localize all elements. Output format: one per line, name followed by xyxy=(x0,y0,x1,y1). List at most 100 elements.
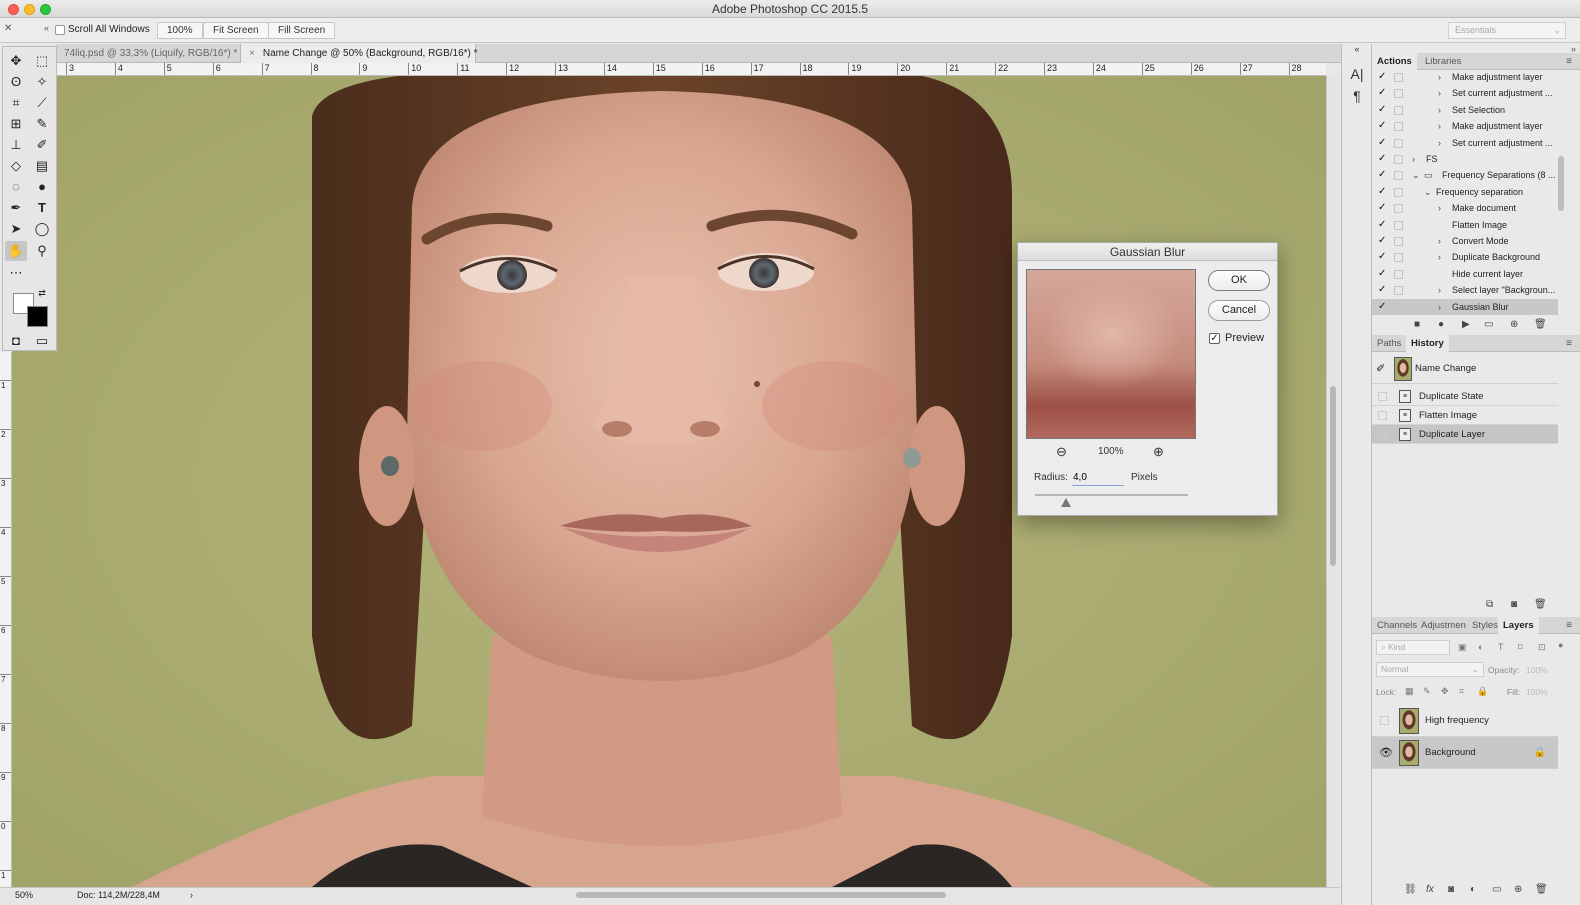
action-row[interactable]: ✓ ⌄ ▭ Frequency Separations (8 ... xyxy=(1372,167,1558,183)
action-row[interactable]: ✓ › Set current adjustment ... xyxy=(1372,85,1558,101)
tab-adjustments[interactable]: Adjustmen xyxy=(1416,617,1471,634)
swap-colors-icon[interactable]: ⇄ xyxy=(31,283,53,303)
checkmark-icon[interactable]: ✓ xyxy=(1378,85,1386,101)
lock-icon[interactable]: 🔒 xyxy=(1534,737,1546,769)
hand-tool-icon[interactable]: ✋ xyxy=(5,241,27,261)
filter-smart-object-icon[interactable]: ⊡ xyxy=(1538,642,1546,653)
vertical-scroll-thumb[interactable] xyxy=(1330,386,1336,566)
close-panel-icon[interactable]: ✕ xyxy=(4,23,12,34)
history-brush-tool-icon[interactable]: ✐ xyxy=(31,135,53,155)
zoom-level[interactable]: 50% xyxy=(15,888,33,903)
collapse-panels-icon[interactable]: « xyxy=(1348,44,1366,54)
history-source-box[interactable] xyxy=(1378,430,1387,439)
zoom-tool-icon[interactable]: ⚲ xyxy=(31,241,53,261)
eye-icon[interactable]: 👁 xyxy=(1379,737,1393,769)
horizontal-scroll-thumb[interactable] xyxy=(576,892,946,898)
checkmark-icon[interactable]: ✓ xyxy=(1378,167,1386,183)
action-row[interactable]: ✓ › Make adjustment layer xyxy=(1372,118,1558,134)
lock-position-icon[interactable]: ✥ xyxy=(1441,686,1449,697)
action-row[interactable]: ✓ › FS xyxy=(1372,151,1558,167)
more-tools-icon[interactable]: ⋯ xyxy=(5,263,27,283)
eraser-tool-icon[interactable]: ◇ xyxy=(5,156,27,176)
clone-stamp-tool-icon[interactable]: ⊥ xyxy=(5,135,27,155)
chevron-right-icon[interactable]: › xyxy=(1438,135,1441,151)
stop-icon[interactable]: ■ xyxy=(1414,319,1420,330)
action-row[interactable]: ✓ › Set Selection xyxy=(1372,102,1558,118)
panel-menu-icon[interactable]: ≡ xyxy=(1566,56,1572,67)
new-document-from-state-icon[interactable]: ⧉ xyxy=(1486,599,1493,610)
dialog-toggle-box[interactable] xyxy=(1394,220,1403,230)
history-source-box[interactable] xyxy=(1378,392,1387,401)
panel-menu-icon[interactable]: ≡ xyxy=(1566,338,1572,349)
dodge-tool-icon[interactable]: ● xyxy=(31,177,53,197)
chevron-right-icon[interactable]: › xyxy=(1438,233,1441,249)
checkmark-icon[interactable]: ✓ xyxy=(1378,184,1386,200)
filter-type-icon[interactable]: T xyxy=(1498,642,1504,652)
new-group-icon[interactable]: ▭ xyxy=(1492,884,1501,895)
tab-history[interactable]: History xyxy=(1406,335,1449,352)
history-brush-source-icon[interactable]: ✐ xyxy=(1376,362,1385,375)
filter-adjustment-icon[interactable]: ◐ xyxy=(1478,642,1483,652)
move-tool-icon[interactable]: ✥ xyxy=(5,51,27,71)
history-snapshot[interactable]: ✐ Name Change xyxy=(1372,354,1558,384)
chevron-right-icon[interactable]: › xyxy=(1412,151,1415,167)
adjustment-layer-icon[interactable]: ◐ xyxy=(1470,884,1476,895)
lasso-tool-icon[interactable]: ʘ xyxy=(5,72,27,92)
action-row[interactable]: ✓ › Make document xyxy=(1372,200,1558,216)
dialog-toggle-box[interactable] xyxy=(1394,237,1403,246)
tab-channels[interactable]: Channels xyxy=(1372,617,1422,634)
brush-tool-icon[interactable]: ✎ xyxy=(31,114,53,134)
tab-name-change[interactable]: × Name Change @ 50% (Background, RGB/16*)… xyxy=(241,44,478,63)
close-window-button[interactable] xyxy=(8,4,19,15)
chevron-right-icon[interactable]: › xyxy=(1438,85,1441,101)
pen-tool-icon[interactable]: ✒ xyxy=(5,198,27,218)
minimize-window-button[interactable] xyxy=(24,4,35,15)
dialog-toggle-box[interactable] xyxy=(1394,122,1403,132)
dialog-toggle-box[interactable] xyxy=(1394,286,1403,296)
action-row[interactable]: ✓ ⌄ Frequency separation xyxy=(1372,184,1558,200)
chevron-down-icon[interactable]: ⌄ xyxy=(1424,184,1432,200)
dialog-toggle-box[interactable] xyxy=(1394,89,1403,99)
blend-mode-select[interactable]: Normal ⌄ xyxy=(1376,662,1484,677)
scroll-all-windows-checkbox[interactable] xyxy=(55,25,65,35)
new-set-icon[interactable]: ▭ xyxy=(1484,319,1493,330)
tab-actions[interactable]: Actions xyxy=(1372,53,1417,70)
close-tab-icon[interactable]: × xyxy=(249,48,255,59)
action-row[interactable]: ✓ › Select layer "Backgroun... xyxy=(1372,282,1558,298)
link-layers-icon[interactable]: ⛓ xyxy=(1404,884,1417,895)
action-row[interactable]: ✓ › Convert Mode xyxy=(1372,233,1558,249)
dialog-toggle-box[interactable] xyxy=(1394,204,1403,214)
dialog-toggle-box[interactable] xyxy=(1394,138,1403,148)
chevron-right-icon[interactable]: › xyxy=(1438,69,1441,85)
preview-checkbox[interactable]: ✓ xyxy=(1209,333,1220,344)
lock-artboard-icon[interactable]: ⌗ xyxy=(1459,686,1464,697)
character-panel-icon[interactable]: A| xyxy=(1348,66,1366,82)
dialog-toggle-box[interactable] xyxy=(1394,302,1403,312)
ellipse-tool-icon[interactable]: ◯ xyxy=(31,219,53,239)
chevron-down-icon[interactable]: ⌄ xyxy=(1412,167,1420,183)
crop-tool-icon[interactable]: ⌗ xyxy=(5,93,27,113)
opacity-value[interactable]: 100% xyxy=(1526,665,1548,675)
layer-row[interactable]: 👁 Background 🔒 xyxy=(1372,737,1558,769)
action-row[interactable]: ✓ › Make adjustment layer xyxy=(1372,69,1558,85)
ok-button[interactable]: OK xyxy=(1208,270,1270,291)
history-source-box[interactable] xyxy=(1378,411,1387,420)
filter-toggle-icon[interactable]: ● xyxy=(1558,640,1563,650)
record-icon[interactable]: ● xyxy=(1438,319,1444,330)
dialog-toggle-box[interactable] xyxy=(1394,187,1403,197)
checkmark-icon[interactable]: ✓ xyxy=(1378,299,1386,315)
dialog-toggle-box[interactable] xyxy=(1394,171,1403,181)
dialog-toggle-box[interactable] xyxy=(1394,105,1403,115)
chevron-right-icon[interactable]: › xyxy=(1438,299,1441,315)
action-row[interactable]: ✓ › Duplicate Background xyxy=(1372,249,1558,265)
checkmark-icon[interactable]: ✓ xyxy=(1378,249,1386,265)
panel-menu-icon[interactable]: ≡ xyxy=(1566,620,1572,631)
tab-paths[interactable]: Paths xyxy=(1372,335,1406,352)
type-tool-icon[interactable]: T xyxy=(31,198,53,218)
delete-action-icon[interactable]: 🗑 xyxy=(1534,319,1547,330)
eyedropper-tool-icon[interactable]: ⟋ xyxy=(31,93,53,113)
chevron-right-icon[interactable]: › xyxy=(1438,282,1441,298)
fit-screen-button[interactable]: Fit Screen xyxy=(203,22,269,39)
play-icon[interactable]: ▶ xyxy=(1462,319,1470,330)
maximize-window-button[interactable] xyxy=(40,4,51,15)
